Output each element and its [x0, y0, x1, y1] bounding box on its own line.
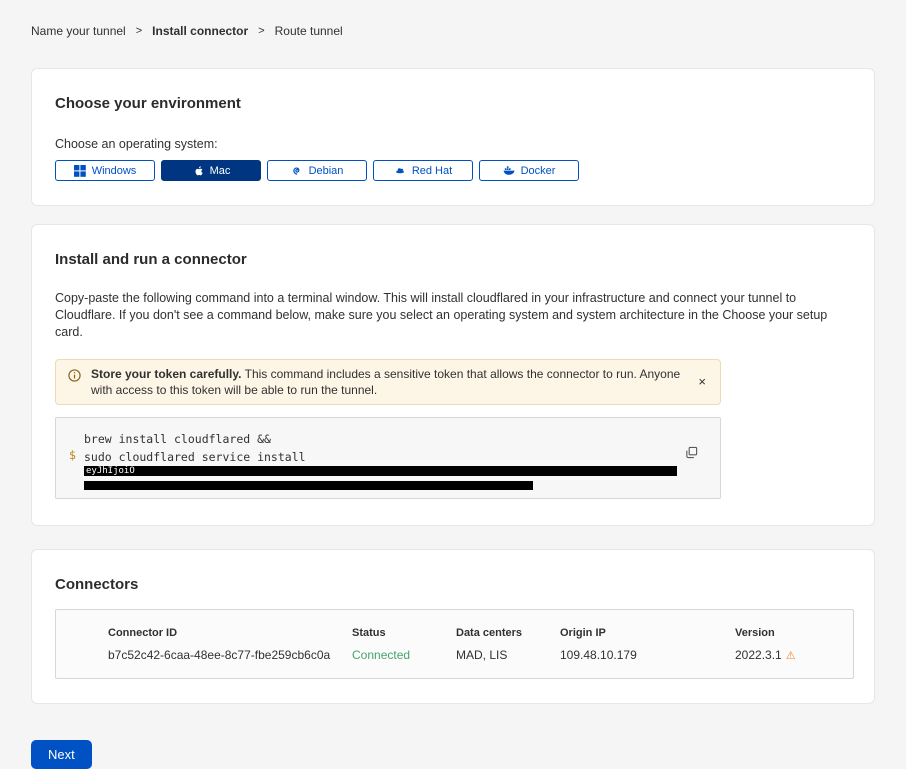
os-button-label: Windows — [92, 165, 137, 177]
breadcrumb: Name your tunnel > Install connector > R… — [31, 0, 875, 38]
os-button-label: Red Hat — [412, 165, 452, 177]
terminal-prompt: $ — [69, 448, 76, 462]
version-warning-icon: ⚠ — [786, 650, 796, 662]
page: Name your tunnel > Install connector > R… — [0, 0, 906, 740]
connectors-card: Connectors Connector ID Status Data cent… — [31, 549, 875, 704]
breadcrumb-separator: > — [136, 25, 142, 37]
header-origin-ip: Origin IP — [560, 627, 735, 639]
token-warning-bold: Store your token carefully. — [91, 367, 242, 381]
header-data-centers: Data centers — [456, 627, 560, 639]
status-badge: Connected — [352, 648, 456, 662]
os-button-docker[interactable]: Docker — [479, 160, 579, 181]
breadcrumb-separator: > — [258, 25, 264, 37]
docker-icon — [503, 165, 515, 177]
command-line-1: brew install cloudflared && — [84, 430, 680, 448]
breadcrumb-step-install-connector[interactable]: Install connector — [152, 24, 248, 38]
os-select-label: Choose an operating system: — [55, 137, 851, 151]
table-header-row: Connector ID Status Data centers Origin … — [108, 627, 833, 639]
redhat-icon — [394, 165, 406, 177]
token-warning-banner: Store your token carefully. This command… — [55, 359, 721, 405]
table-row: b7c52c42-6caa-48ee-8c77-fbe259cb6c0a Con… — [108, 648, 833, 662]
install-description: Copy-paste the following command into a … — [55, 290, 851, 341]
version-value: 2022.3.1 — [735, 648, 782, 662]
environment-card-title: Choose your environment — [55, 95, 851, 112]
info-icon — [68, 369, 81, 382]
connectors-table: Connector ID Status Data centers Origin … — [55, 609, 854, 679]
cell-data-centers: MAD, LIS — [456, 648, 560, 662]
os-button-debian[interactable]: Debian — [267, 160, 367, 181]
windows-icon — [74, 165, 86, 177]
install-command-block: $ brew install cloudflared && sudo cloud… — [55, 417, 721, 499]
header-version: Version — [735, 627, 833, 639]
install-card: Install and run a connector Copy-paste t… — [31, 224, 875, 526]
cell-origin-ip: 109.48.10.179 — [560, 648, 735, 662]
os-button-mac[interactable]: Mac — [161, 160, 261, 181]
os-button-label: Mac — [210, 165, 231, 177]
install-card-title: Install and run a connector — [55, 251, 851, 268]
cell-connector-id: b7c52c42-6caa-48ee-8c77-fbe259cb6c0a — [108, 648, 352, 662]
connectors-card-title: Connectors — [55, 576, 851, 593]
environment-card: Choose your environment Choose an operat… — [31, 68, 875, 206]
header-connector-id: Connector ID — [108, 627, 352, 639]
os-button-windows[interactable]: Windows — [55, 160, 155, 181]
os-button-label: Docker — [521, 165, 556, 177]
token-warning-text: Store your token carefully. This command… — [91, 366, 686, 398]
breadcrumb-step-route-tunnel[interactable]: Route tunnel — [275, 24, 343, 38]
token-prefix: eyJhIjoiO — [86, 466, 135, 476]
debian-icon — [291, 165, 303, 177]
redacted-token-line: eyJhIjoiO — [84, 466, 677, 476]
next-button[interactable]: Next — [31, 740, 92, 769]
header-status: Status — [352, 627, 456, 639]
redacted-token-bar — [84, 481, 533, 490]
breadcrumb-step-name-tunnel[interactable]: Name your tunnel — [31, 24, 126, 38]
apple-icon — [192, 165, 204, 177]
cell-version: 2022.3.1 ⚠ — [735, 648, 833, 662]
command-line-2: sudo cloudflared service install — [84, 448, 680, 466]
os-button-group: Windows Mac Debian Red Hat — [55, 160, 851, 181]
copy-icon[interactable] — [685, 446, 698, 459]
os-button-redhat[interactable]: Red Hat — [373, 160, 473, 181]
close-icon[interactable]: × — [696, 372, 708, 392]
os-button-label: Debian — [309, 165, 344, 177]
